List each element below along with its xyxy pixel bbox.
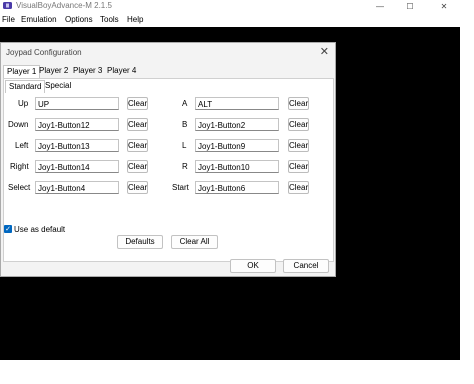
clear-l-button[interactable]: Clear <box>288 139 309 152</box>
clear-r-button[interactable]: Clear <box>288 160 309 173</box>
clear-select-button[interactable]: Clear <box>127 181 148 194</box>
tab-special[interactable]: Special <box>42 80 74 92</box>
select-key-field[interactable]: Joy1-Button4 <box>35 181 119 194</box>
a-key-field[interactable]: ALT <box>195 97 279 110</box>
menu-bar: File Emulation Options Tools Help <box>0 12 460 27</box>
label-up: Up <box>18 99 29 108</box>
label-b: B <box>182 120 188 129</box>
b-key-field[interactable]: Joy1-Button2 <box>195 118 279 131</box>
clear-down-button[interactable]: Clear <box>127 118 148 131</box>
clear-left-button[interactable]: Clear <box>127 139 148 152</box>
l-key-field[interactable]: Joy1-Button9 <box>195 139 279 152</box>
r-key-field[interactable]: Joy1-Button10 <box>195 160 279 173</box>
label-down: Down <box>8 120 29 129</box>
dialog-title: Joypad Configuration <box>6 48 82 57</box>
tab-player-3[interactable]: Player 3 <box>70 65 105 77</box>
right-key-field[interactable]: Joy1-Button14 <box>35 160 119 173</box>
label-left: Left <box>15 141 29 150</box>
clear-right-button[interactable]: Clear <box>127 160 148 173</box>
label-r: R <box>182 162 188 171</box>
title-bar: VisualBoyAdvance-M 2.1.5 — ☐ ✕ <box>0 0 460 12</box>
menu-help[interactable]: Help <box>127 15 143 24</box>
close-window-button[interactable]: ✕ <box>432 0 456 12</box>
tab-standard[interactable]: Standard <box>5 80 46 93</box>
tab-player-4[interactable]: Player 4 <box>104 65 139 77</box>
menu-file[interactable]: File <box>2 15 15 24</box>
menu-emulation[interactable]: Emulation <box>21 15 57 24</box>
clear-up-button[interactable]: Clear <box>127 97 148 110</box>
menu-options[interactable]: Options <box>65 15 93 24</box>
label-right: Right <box>10 162 29 171</box>
maximize-button[interactable]: ☐ <box>398 0 422 12</box>
cancel-button[interactable]: Cancel <box>283 259 329 273</box>
ok-button[interactable]: OK <box>230 259 276 273</box>
clear-all-button[interactable]: Clear All <box>171 235 218 249</box>
minimize-button[interactable]: — <box>368 0 392 12</box>
window-title: VisualBoyAdvance-M 2.1.5 <box>16 1 112 10</box>
menu-tools[interactable]: Tools <box>100 15 119 24</box>
start-key-field[interactable]: Joy1-Button6 <box>195 181 279 194</box>
left-key-field[interactable]: Joy1-Button13 <box>35 139 119 152</box>
dialog-close-icon[interactable]: ✕ <box>320 45 329 58</box>
down-key-field[interactable]: Joy1-Button12 <box>35 118 119 131</box>
label-select: Select <box>8 183 31 192</box>
tab-player-2[interactable]: Player 2 <box>36 65 71 77</box>
tab-player-1[interactable]: Player 1 <box>3 65 41 78</box>
clear-a-button[interactable]: Clear <box>288 97 309 110</box>
joypad-config-dialog: Joypad Configuration ✕ Player 1 Player 2… <box>0 42 336 277</box>
label-start: Start <box>172 183 189 192</box>
label-a: A <box>182 99 188 108</box>
up-key-field[interactable]: UP <box>35 97 119 110</box>
clear-start-button[interactable]: Clear <box>288 181 309 194</box>
defaults-button[interactable]: Defaults <box>117 235 163 249</box>
label-l: L <box>182 141 187 150</box>
use-as-default-checkbox[interactable]: ✓ <box>4 225 12 233</box>
use-as-default-label: Use as default <box>14 225 66 234</box>
clear-b-button[interactable]: Clear <box>288 118 309 131</box>
gba-app-icon <box>3 2 12 9</box>
